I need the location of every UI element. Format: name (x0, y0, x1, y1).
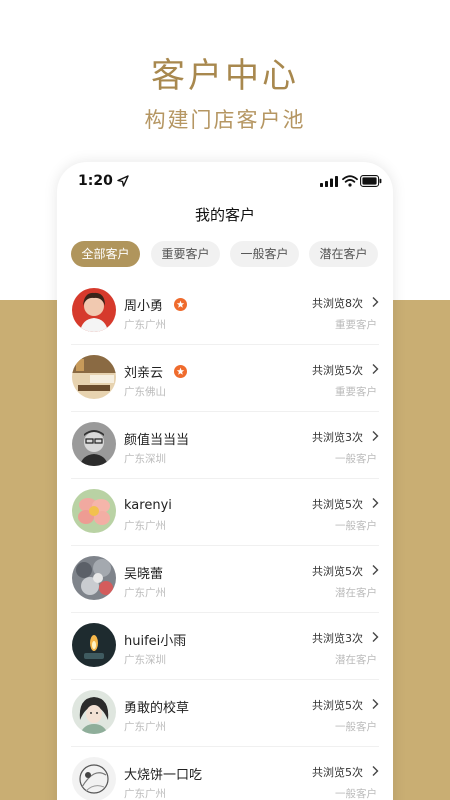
wifi-icon (342, 175, 358, 187)
customer-city: 广东深圳 (124, 453, 166, 465)
customer-row[interactable]: huifei小雨 广东深圳 共浏览3次 潜在客户 (71, 613, 379, 680)
customer-level: 一般客户 (335, 520, 377, 532)
tab-all-customers[interactable]: 全部客户 (71, 241, 140, 267)
phone-screen: 1:20 我的客户 全部客户 重要客户 一般客户 潜在客户 周小勇 广东广州 共… (57, 162, 393, 800)
customer-row[interactable]: karenyi 广东广州 共浏览5次 一般客户 (71, 479, 379, 546)
browse-count: 共浏览5次 (312, 699, 363, 712)
chevron-right-icon[interactable] (371, 698, 379, 710)
chevron-right-icon[interactable] (371, 430, 379, 442)
avatar (72, 489, 116, 533)
tab-general-customers[interactable]: 一般客户 (230, 241, 299, 267)
star-badge-icon (174, 298, 188, 311)
chevron-right-icon[interactable] (371, 564, 379, 576)
location-arrow-icon (117, 175, 129, 187)
customer-row[interactable]: 大烧饼一口吃 广东广州 共浏览5次 一般客户 (71, 747, 379, 800)
chevron-right-icon[interactable] (371, 363, 379, 375)
signal-icon (320, 176, 338, 187)
promo-subtitle: 构建门店客户池 (144, 108, 306, 132)
customer-level: 一般客户 (335, 788, 377, 800)
browse-count: 共浏览5次 (312, 364, 363, 377)
tab-important-customers[interactable]: 重要客户 (151, 241, 220, 267)
avatar (72, 757, 116, 800)
customer-city: 广东佛山 (124, 386, 166, 398)
customer-city: 广东广州 (124, 721, 166, 733)
customer-row[interactable]: 勇敢的校草 广东广州 共浏览5次 一般客户 (71, 680, 379, 747)
avatar (72, 690, 116, 734)
promo-title: 客户中心 (151, 56, 299, 96)
tab-potential-customers[interactable]: 潜在客户 (309, 241, 378, 267)
chevron-right-icon[interactable] (371, 296, 379, 308)
avatar (72, 355, 116, 399)
customer-name: huifei小雨 (124, 634, 187, 649)
customer-name: 刘亲云 (124, 366, 164, 381)
avatar (72, 623, 116, 667)
page-title: 我的客户 (194, 206, 255, 224)
browse-count: 共浏览3次 (312, 632, 363, 645)
browse-count: 共浏览3次 (312, 431, 363, 444)
customer-name: 颜值当当当 (124, 433, 190, 448)
customer-row[interactable]: 刘亲云 广东佛山 共浏览5次 重要客户 (71, 345, 379, 412)
customer-row[interactable]: 吴晓蕾 广东广州 共浏览5次 潜在客户 (71, 546, 379, 613)
chevron-right-icon[interactable] (371, 631, 379, 643)
customer-name: 大烧饼一口吃 (124, 768, 203, 783)
browse-count: 共浏览5次 (312, 766, 363, 779)
customer-row[interactable]: 周小勇 广东广州 共浏览8次 重要客户 (71, 278, 379, 345)
star-badge-icon (174, 365, 188, 378)
browse-count: 共浏览5次 (312, 498, 363, 511)
chevron-right-icon[interactable] (371, 765, 379, 777)
browse-count: 共浏览5次 (312, 565, 363, 578)
status-bar: 1:20 (57, 162, 393, 202)
customer-name: 吴晓蕾 (124, 567, 164, 582)
status-time: 1:20 (78, 173, 113, 189)
avatar (72, 288, 116, 332)
customer-city: 广东广州 (124, 520, 166, 532)
customer-level: 一般客户 (335, 453, 377, 465)
customer-level: 潜在客户 (335, 654, 377, 666)
customer-level: 重要客户 (335, 319, 377, 331)
customer-level: 潜在客户 (335, 587, 377, 599)
customer-name: 周小勇 (124, 299, 164, 314)
battery-icon (360, 175, 382, 187)
customer-city: 广东深圳 (124, 654, 166, 666)
avatar (72, 422, 116, 466)
browse-count: 共浏览8次 (312, 297, 363, 310)
filter-tabs: 全部客户 重要客户 一般客户 潜在客户 (71, 241, 383, 267)
customer-name: karenyi (124, 498, 172, 513)
customer-city: 广东广州 (124, 788, 166, 800)
customer-city: 广东广州 (124, 319, 166, 331)
avatar (72, 556, 116, 600)
customer-level: 重要客户 (335, 386, 377, 398)
customer-city: 广东广州 (124, 587, 166, 599)
chevron-right-icon[interactable] (371, 497, 379, 509)
customer-level: 一般客户 (335, 721, 377, 733)
customer-row[interactable]: 颜值当当当 广东深圳 共浏览3次 一般客户 (71, 412, 379, 479)
customer-name: 勇敢的校草 (124, 701, 190, 716)
